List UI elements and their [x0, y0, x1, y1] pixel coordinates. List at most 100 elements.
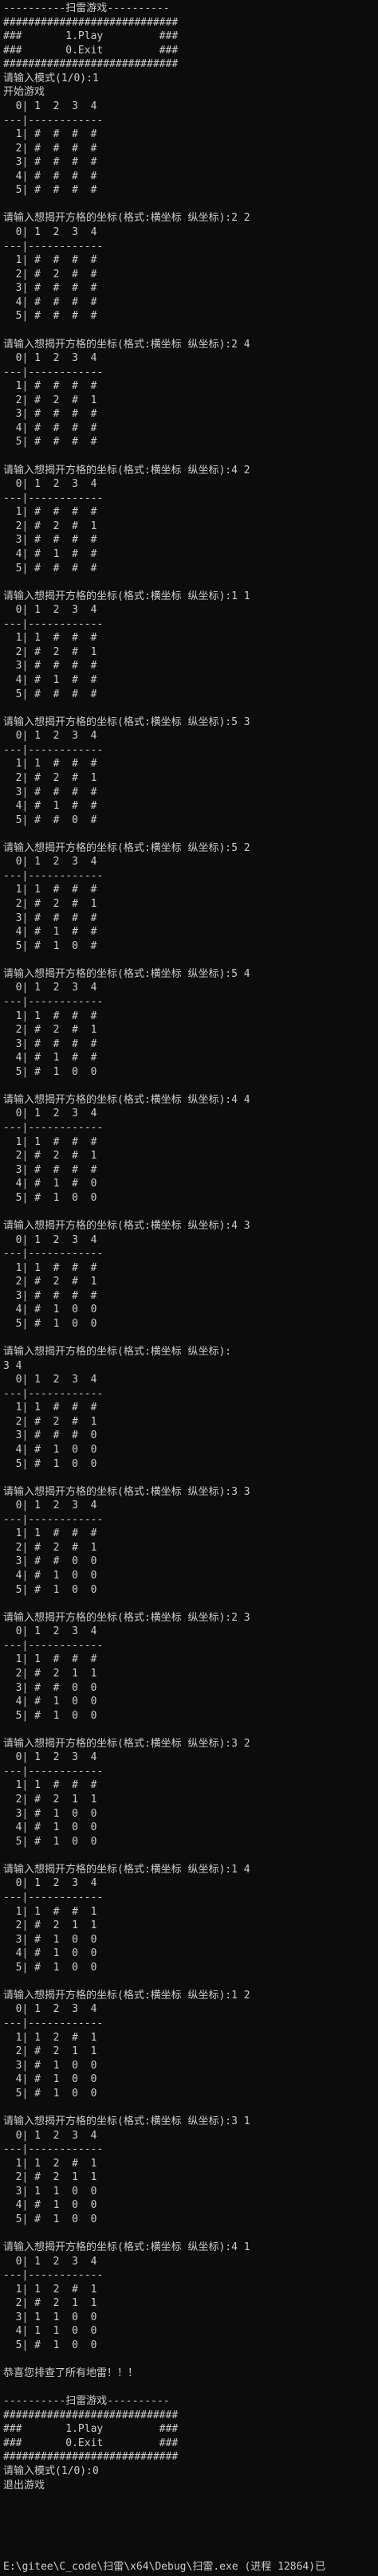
console-line: ----------扫雷游戏---------- — [3, 2, 170, 14]
console-line: 1| 1 2 # 1 — [3, 2283, 97, 2296]
console-line: ############################ — [3, 58, 179, 71]
console-line: 0| 1 2 3 4 — [3, 1751, 97, 1764]
console-line: 0| 1 2 3 4 — [3, 730, 97, 743]
console-line: 请输入想揭开方格的坐标(格式:横坐标 纵坐标):5 4 — [3, 967, 250, 980]
console-line: 4| # 1 0 0 — [3, 1821, 97, 1834]
console-line: 开始游戏 — [3, 86, 45, 99]
console-line: 3| # # 0 0 — [3, 1555, 97, 1568]
console-line: 4| # 1 # # — [3, 800, 97, 813]
console-line: 0| 1 2 3 4 — [3, 1233, 97, 1246]
console-line: 5| # 1 0 0 — [3, 2087, 97, 2100]
console-line: 5| # # # # — [3, 436, 97, 449]
console-line: 2| # 2 # 1 — [3, 1024, 97, 1037]
console-line: 2| # 2 1 1 — [3, 2171, 97, 2184]
console-line: 3| # # # # — [3, 786, 97, 798]
console-line: 0| 1 2 3 4 — [3, 1625, 97, 1638]
console-line: 1| 1 # # # — [3, 632, 97, 645]
console-line: 2| # 2 1 1 — [3, 2045, 97, 2058]
console-line: ---|------------ — [3, 366, 104, 378]
console-line: 2| # 2 # # — [3, 268, 97, 280]
console-line: 5| # 1 0 0 — [3, 1317, 97, 1330]
console-line: ---|------------ — [3, 1513, 104, 1526]
console-line: 4| # 1 # # — [3, 926, 97, 939]
console-line: 5| # 1 0 0 — [3, 2339, 97, 2351]
console-line: 请输入想揭开方格的坐标(格式:横坐标 纵坐标):4 3 — [3, 1219, 250, 1232]
console-line: 4| 1 1 0 0 — [3, 2325, 97, 2338]
console-line: 1| 1 # # # — [3, 1653, 97, 1666]
console-line: 0| 1 2 3 4 — [3, 100, 97, 112]
console-line: 1| # # # # — [3, 506, 97, 519]
console-line: 1| 1 # # # — [3, 1527, 97, 1540]
console-line: 0| 1 2 3 4 — [3, 2003, 97, 2016]
console-line: 0| 1 2 3 4 — [3, 2255, 97, 2268]
console-line: 0| 1 2 3 4 — [3, 982, 97, 994]
console-line: 3| # # # # — [3, 156, 97, 169]
console-line: 5| # 1 0 0 — [3, 1457, 97, 1470]
console-line: 5| # # 0 # — [3, 814, 97, 826]
console-line: 1| 1 2 # 1 — [3, 2157, 97, 2170]
console-line: ### 0.Exit ### — [3, 2437, 179, 2449]
console-line: 0| 1 2 3 4 — [3, 1374, 97, 1386]
console-line: ---|------------ — [3, 1248, 104, 1261]
console-line: 4| # 1 0 0 — [3, 1443, 97, 1456]
console-line: 3| # 1 0 0 — [3, 2059, 97, 2072]
console-line: ############################ — [3, 2451, 179, 2464]
console-line: 3| # # # # — [3, 1289, 97, 1302]
console-line: ---|------------ — [3, 492, 104, 504]
console-line: 1| 1 # # 1 — [3, 1905, 97, 1918]
console-line: 请输入想揭开方格的坐标(格式:横坐标 纵坐标): — [3, 1346, 232, 1358]
console-line: 5| # 1 0 0 — [3, 2213, 97, 2225]
console-line: 3| 1 1 0 0 — [3, 2311, 97, 2323]
console-line: 2| # 2 # 1 — [3, 1541, 97, 1554]
console-line: 3| # # # # — [3, 1037, 97, 1050]
console-line: 4| # 1 # 0 — [3, 1178, 97, 1190]
console-line: ### 1.Play ### — [3, 2423, 179, 2436]
console-line: ############################ — [3, 2409, 179, 2421]
console-line: 3| # # # # — [3, 1163, 97, 1176]
console-line: 2| # 2 # 1 — [3, 645, 97, 658]
console-line: 0| 1 2 3 4 — [3, 1108, 97, 1120]
console-line: 请输入想揭开方格的坐标(格式:横坐标 纵坐标):4 4 — [3, 1093, 250, 1106]
console-line: 0| 1 2 3 4 — [3, 1877, 97, 1890]
console-line: 3| # # 0 0 — [3, 1681, 97, 1694]
console-line: ---|------------ — [3, 995, 104, 1008]
console-line: 5| # 1 0 0 — [3, 1835, 97, 1848]
console-line: 2| # 2 1 1 — [3, 1667, 97, 1680]
console-line: 3| # # # # — [3, 660, 97, 672]
console-line: 0| 1 2 3 4 — [3, 1500, 97, 1512]
console-line: 5| # # # # — [3, 184, 97, 197]
console-line: ### 0.Exit ### — [3, 44, 179, 57]
console-line: 3| # 1 0 0 — [3, 1933, 97, 1946]
console-line: 5| # 1 0 0 — [3, 1961, 97, 1974]
console-line: 5| # # # # — [3, 310, 97, 323]
console-line: ---|------------ — [3, 618, 104, 630]
console-line: ---|------------ — [3, 1122, 104, 1134]
console-line: ---|------------ — [3, 1891, 104, 1904]
console-line: ----------扫雷游戏---------- — [3, 2395, 170, 2408]
console-line: 2| # 2 # 1 — [3, 898, 97, 910]
console-line: ---|------------ — [3, 1387, 104, 1400]
console-line: 1| 1 # # # — [3, 1261, 97, 1274]
console-line: 2| # 2 1 1 — [3, 1919, 97, 1932]
console-line: 退出游戏 — [3, 2479, 45, 2492]
console-line: 请输入想揭开方格的坐标(格式:横坐标 纵坐标):1 1 — [3, 590, 250, 602]
console-line: 请输入想揭开方格的坐标(格式:横坐标 纵坐标):2 4 — [3, 338, 250, 351]
console-line: 0| 1 2 3 4 — [3, 478, 97, 491]
console-line: ---|------------ — [3, 2143, 104, 2156]
console-line: 请输入想揭开方格的坐标(格式:横坐标 纵坐标):5 2 — [3, 841, 250, 854]
console-line: 0| 1 2 3 4 — [3, 604, 97, 617]
console-line: 恭喜您排查了所有地雷！！！ — [3, 2367, 139, 2380]
console-line: 请输入想揭开方格的坐标(格式:横坐标 纵坐标):3 2 — [3, 1737, 250, 1750]
